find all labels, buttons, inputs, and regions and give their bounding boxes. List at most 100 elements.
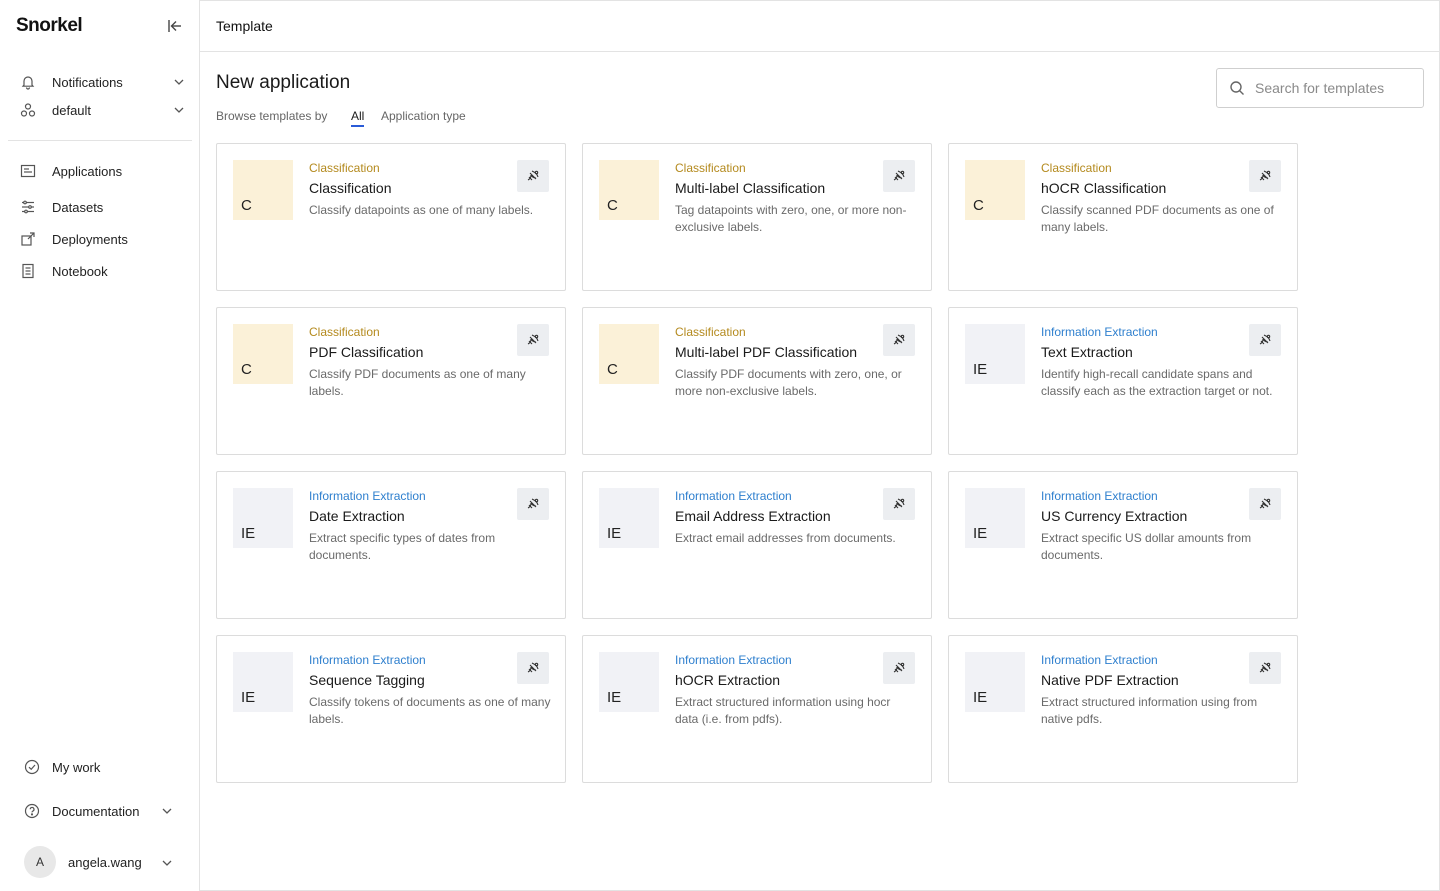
avatar[interactable]: A bbox=[24, 846, 56, 878]
template-description: Extract email addresses from documents. bbox=[675, 531, 896, 545]
template-badge: C bbox=[233, 324, 293, 384]
sidebar-item-label: Applications bbox=[52, 163, 123, 179]
search-input[interactable] bbox=[1255, 80, 1415, 96]
template-card[interactable]: IE Information Extraction US Currency Extr… bbox=[948, 471, 1298, 619]
template-name: Sequence Tagging bbox=[309, 672, 425, 688]
template-description: Classify PDF documents with zero, one, o… bbox=[675, 367, 902, 398]
template-badge: IE bbox=[965, 488, 1025, 548]
sparkle-icon bbox=[891, 168, 907, 184]
template-card[interactable]: IE Information Extraction Sequence Tagging… bbox=[216, 635, 566, 783]
template-name: Native PDF Extraction bbox=[1041, 672, 1179, 688]
sidebar-item-datasets[interactable]: Datasets bbox=[20, 195, 186, 219]
template-card[interactable]: IE Information Extraction Date Extraction E… bbox=[216, 471, 566, 619]
template-action-button[interactable] bbox=[883, 324, 915, 356]
collapse-sidebar-icon[interactable] bbox=[166, 17, 184, 35]
search-box[interactable] bbox=[1216, 68, 1424, 108]
template-action-button[interactable] bbox=[1249, 488, 1281, 520]
template-badge: IE bbox=[233, 488, 293, 548]
sidebar-item-deployments[interactable]: Deployments bbox=[20, 227, 186, 251]
template-category: Classification bbox=[675, 325, 746, 339]
template-badge: C bbox=[599, 160, 659, 220]
template-action-button[interactable] bbox=[883, 652, 915, 684]
template-card[interactable]: IE Information Extraction Email Address Ex… bbox=[582, 471, 932, 619]
template-category: Information Extraction bbox=[1041, 325, 1158, 339]
template-name: Multi-label PDF Classification bbox=[675, 344, 858, 360]
template-description: Classify datapoints as one of many label… bbox=[309, 203, 534, 217]
template-category: Information Extraction bbox=[309, 653, 426, 667]
template-name: hOCR Classification bbox=[1041, 180, 1167, 196]
template-badge: IE bbox=[965, 324, 1025, 384]
sparkle-icon bbox=[891, 332, 907, 348]
template-category: Classification bbox=[309, 161, 380, 175]
sidebar-item-label: Notifications bbox=[52, 74, 123, 90]
template-badge: C bbox=[965, 160, 1025, 220]
template-name: US Currency Extraction bbox=[1041, 508, 1188, 524]
template-action-button[interactable] bbox=[1249, 652, 1281, 684]
sparkle-icon bbox=[525, 496, 541, 512]
sidebar-item-notifications[interactable]: Notifications bbox=[20, 70, 186, 94]
breadcrumb: Template bbox=[216, 18, 273, 34]
sidebar-item-notebook[interactable]: Notebook bbox=[20, 259, 186, 283]
help-circle-icon bbox=[24, 803, 40, 819]
chevron-down-icon[interactable] bbox=[160, 804, 174, 818]
sparkle-icon bbox=[1257, 168, 1273, 184]
sidebar-item-my-work[interactable]: My work bbox=[24, 755, 190, 779]
template-badge: C bbox=[599, 324, 659, 384]
chevron-down-icon[interactable] bbox=[172, 103, 186, 117]
template-action-button[interactable] bbox=[883, 488, 915, 520]
template-action-button[interactable] bbox=[517, 324, 549, 356]
notebook-icon bbox=[20, 263, 36, 279]
template-card[interactable]: C Classification Classification Classify da… bbox=[216, 143, 566, 291]
template-name: Date Extraction bbox=[309, 508, 405, 524]
sidebar-item-label: My work bbox=[52, 759, 101, 775]
template-badge: IE bbox=[599, 652, 659, 712]
chevron-down-icon[interactable] bbox=[160, 856, 174, 870]
template-card[interactable]: C Classification Multi-label PDF Classific… bbox=[582, 307, 932, 455]
template-card[interactable]: IE Information Extraction Native PDF Extra… bbox=[948, 635, 1298, 783]
sidebar-item-workspace[interactable]: default bbox=[20, 98, 186, 122]
template-name: PDF Classification bbox=[309, 344, 424, 360]
template-category: Classification bbox=[309, 325, 380, 339]
sidebar-item-label: Documentation bbox=[52, 803, 140, 819]
template-category: Classification bbox=[675, 161, 746, 175]
sidebar-item-documentation[interactable]: Documentation bbox=[24, 799, 174, 823]
sparkle-icon bbox=[1257, 496, 1273, 512]
sparkle-icon bbox=[1257, 660, 1273, 676]
template-description: Extract specific US dollar amounts from … bbox=[1041, 531, 1252, 562]
app-logo: Snorkel bbox=[16, 15, 83, 36]
template-card[interactable]: C Classification Multi-label Classificatio… bbox=[582, 143, 932, 291]
sidebar: Snorkel Notifications default Applicatio… bbox=[0, 0, 200, 891]
chevron-down-icon[interactable] bbox=[172, 75, 186, 89]
template-action-button[interactable] bbox=[1249, 324, 1281, 356]
tab-application-type[interactable]: Application type bbox=[381, 109, 466, 123]
template-name: Classification bbox=[309, 180, 392, 196]
workspace-icon bbox=[20, 102, 36, 118]
template-action-button[interactable] bbox=[517, 488, 549, 520]
applications-icon bbox=[20, 163, 36, 179]
template-action-button[interactable] bbox=[883, 160, 915, 192]
template-name: Multi-label Classification bbox=[675, 180, 826, 196]
user-name[interactable]: angela.wang bbox=[68, 855, 142, 870]
template-badge: IE bbox=[599, 488, 659, 548]
template-action-button[interactable] bbox=[517, 160, 549, 192]
sidebar-item-applications[interactable]: Applications bbox=[20, 159, 186, 183]
template-description: Classify scanned PDF documents as one of… bbox=[1041, 203, 1274, 234]
deployments-icon bbox=[20, 231, 36, 247]
template-description: Tag datapoints with zero, one, or more n… bbox=[675, 203, 907, 234]
sidebar-divider bbox=[8, 140, 192, 141]
sidebar-item-label: Notebook bbox=[52, 263, 108, 279]
browse-label: Browse templates by bbox=[216, 109, 328, 123]
template-card[interactable]: IE Information Extraction Text Extraction I… bbox=[948, 307, 1298, 455]
template-card[interactable]: C Classification hOCR Classification Classi… bbox=[948, 143, 1298, 291]
template-description: Classify tokens of documents as one of m… bbox=[309, 695, 551, 726]
template-card[interactable]: C Classification PDF Classification Classif… bbox=[216, 307, 566, 455]
tab-all[interactable]: All bbox=[351, 109, 365, 127]
template-description: Extract structured information using fro… bbox=[1041, 695, 1258, 726]
sidebar-item-label: default bbox=[52, 102, 92, 118]
template-card[interactable]: IE Information Extraction hOCR Extraction E… bbox=[582, 635, 932, 783]
template-action-button[interactable] bbox=[517, 652, 549, 684]
datasets-icon bbox=[20, 199, 36, 215]
template-category: Information Extraction bbox=[1041, 489, 1158, 503]
template-description: Identify high-recall candidate spans and… bbox=[1041, 367, 1273, 398]
template-action-button[interactable] bbox=[1249, 160, 1281, 192]
